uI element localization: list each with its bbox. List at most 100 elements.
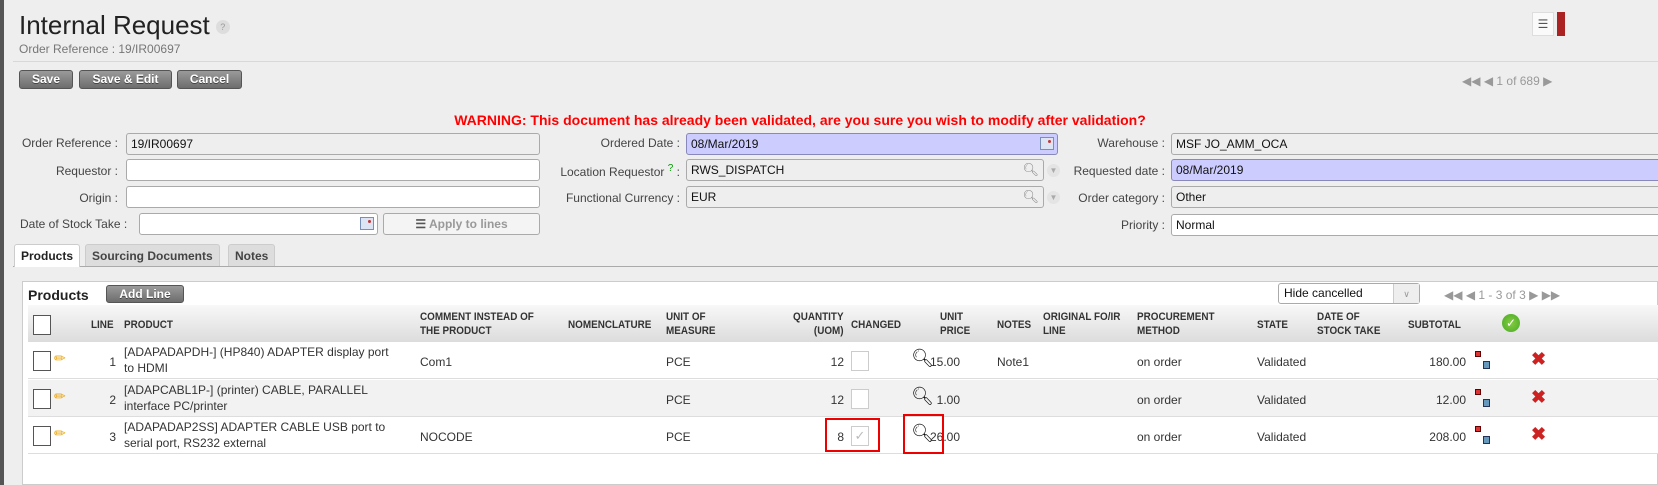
quantity: 12: [830, 355, 844, 369]
line-number: 1: [109, 355, 116, 369]
col-line[interactable]: LINE: [91, 318, 114, 332]
changed-checkbox[interactable]: [851, 351, 869, 371]
list-view-icon[interactable]: ☰: [1532, 12, 1554, 36]
prev-icon[interactable]: ◀: [1484, 74, 1493, 88]
row-checkbox[interactable]: [33, 351, 51, 371]
help-icon[interactable]: ?: [668, 163, 674, 174]
col-unit-price[interactable]: UNIT PRICE: [940, 310, 971, 338]
pencil-icon[interactable]: ✏: [54, 350, 66, 367]
next-icon[interactable]: ▶: [1529, 288, 1538, 302]
tab-notes[interactable]: Notes: [228, 244, 276, 266]
h1: ORIGINAL FO/IR: [1043, 311, 1121, 323]
next-icon[interactable]: ▶: [1543, 74, 1552, 88]
loc-req-text: Location Requestor: [560, 165, 665, 179]
validation-warning: WARNING: This document has already been …: [454, 112, 1146, 128]
tab-sourcing-documents[interactable]: Sourcing Documents: [85, 244, 220, 266]
changed-checkbox[interactable]: [851, 389, 869, 409]
procurement-method: on order: [1137, 430, 1182, 444]
product-name: [ADAPADAPDH-] (HP840) ADAPTER display po…: [124, 344, 389, 376]
col-product[interactable]: PRODUCT: [124, 318, 173, 332]
product-name: [ADAPCABL1P-] (printer) CABLE, PARALLEL i…: [124, 382, 368, 414]
pencil-icon[interactable]: ✏: [54, 388, 66, 405]
col-quantity[interactable]: QUANTITY (UOM): [786, 310, 844, 338]
product-line2: to HDMI: [124, 361, 169, 375]
first-icon[interactable]: ◀◀: [1444, 288, 1462, 302]
stock-take-date-field[interactable]: [139, 213, 378, 235]
ordered-date-field[interactable]: 08/Mar/2019: [686, 133, 1058, 155]
product-line2: interface PC/printer: [124, 399, 228, 413]
line-number: 2: [109, 393, 116, 407]
location-requestor-field[interactable]: RWS_DISPATCH 🔍︎: [686, 159, 1044, 181]
title-text: Internal Request: [19, 10, 210, 40]
apply-to-lines-button[interactable]: ☰ Apply to lines: [383, 213, 540, 235]
col-date-stock-take[interactable]: DATE OF STOCK TAKE: [1317, 310, 1380, 338]
calendar-icon[interactable]: [360, 217, 374, 230]
split-line-icon[interactable]: [1475, 351, 1491, 371]
select-all-checkbox[interactable]: [33, 315, 51, 335]
split-line-icon[interactable]: [1475, 426, 1491, 446]
delete-icon[interactable]: ✖: [1531, 387, 1546, 408]
ordered-date-label: Ordered Date :: [600, 136, 680, 150]
requestor-label: Requestor :: [55, 164, 118, 178]
product-line1: [ADAPADAP2SS] ADAPTER CABLE USB port to: [124, 420, 386, 434]
quantity: 12: [830, 393, 844, 407]
currency-field[interactable]: EUR 🔍︎: [686, 186, 1044, 208]
h2: THE PRODUCT: [420, 325, 492, 337]
split-line-icon[interactable]: [1475, 389, 1491, 409]
pencil-icon[interactable]: ✏: [54, 425, 66, 442]
form-view-icon[interactable]: [1557, 12, 1565, 36]
h2: PRICE: [940, 325, 971, 337]
col-comment[interactable]: COMMENT INSTEAD OF THE PRODUCT: [420, 310, 534, 338]
search-icon[interactable]: 🔍︎: [1022, 162, 1039, 178]
requested-date-value: 08/Mar/2019: [1176, 163, 1244, 177]
save-edit-button[interactable]: Save & Edit: [79, 70, 172, 89]
col-notes[interactable]: NOTES: [997, 318, 1031, 332]
order-ref-field[interactable]: 19/IR00697: [126, 133, 540, 155]
col-uom[interactable]: UNIT OF MEASURE: [666, 310, 716, 338]
warehouse-select[interactable]: MSF JO_AMM_OCA: [1171, 133, 1658, 155]
col-changed[interactable]: CHANGED: [851, 318, 901, 332]
filter-select[interactable]: Hide cancelled ∨: [1278, 283, 1420, 304]
col-nomenclature[interactable]: NOMENCLATURE: [568, 318, 651, 332]
unit-price: 1.00: [936, 393, 960, 407]
prev-icon[interactable]: ◀: [1466, 288, 1475, 302]
col-state[interactable]: STATE: [1257, 318, 1288, 332]
h1: DATE OF: [1317, 311, 1360, 323]
col-procurement[interactable]: PROCUREMENT METHOD: [1137, 310, 1215, 338]
save-button[interactable]: Save: [19, 70, 73, 89]
search-icon[interactable]: 🔍︎: [1022, 189, 1039, 205]
origin-field[interactable]: [126, 186, 540, 208]
h1: UNIT OF: [666, 311, 706, 323]
h1: COMMENT INSTEAD OF: [420, 311, 534, 323]
currency-value: EUR: [691, 190, 717, 204]
h1: PROCUREMENT: [1137, 311, 1215, 323]
delete-icon[interactable]: ✖: [1531, 424, 1546, 445]
requestor-field[interactable]: [126, 159, 540, 181]
page-title: Internal Request?: [19, 10, 230, 41]
add-line-button[interactable]: Add Line: [106, 285, 184, 303]
window-edge: [0, 0, 4, 485]
col-original-line[interactable]: ORIGINAL FO/IR LINE: [1043, 310, 1120, 338]
row-checkbox[interactable]: [33, 389, 51, 409]
col-subtotal[interactable]: SUBTOTAL: [1408, 318, 1461, 332]
line-number: 3: [109, 430, 116, 444]
requested-date-field[interactable]: 08/Mar/2019: [1171, 159, 1658, 181]
pager-text: 1 of 689: [1496, 74, 1540, 88]
first-icon[interactable]: ◀◀: [1462, 74, 1480, 88]
row-checkbox[interactable]: [33, 426, 51, 446]
lines-pager-text: 1 - 3 of 3: [1478, 288, 1526, 302]
uom: PCE: [666, 355, 691, 369]
help-icon[interactable]: ?: [215, 20, 230, 35]
h2: MEASURE: [666, 325, 716, 337]
order-category-select[interactable]: Other: [1171, 186, 1658, 208]
priority-select[interactable]: Normal: [1171, 214, 1658, 236]
tab-products[interactable]: Products: [14, 244, 81, 267]
cancel-button[interactable]: Cancel: [177, 70, 242, 89]
category-value: Other: [1176, 190, 1207, 204]
requested-date-label: Requested date :: [1073, 164, 1165, 178]
confirm-icon[interactable]: ✓: [1502, 314, 1520, 332]
last-icon[interactable]: ▶▶: [1542, 288, 1560, 302]
product-line1: [ADAPCABL1P-] (printer) CABLE, PARALLEL: [124, 383, 368, 397]
delete-icon[interactable]: ✖: [1531, 349, 1546, 370]
h2: STOCK TAKE: [1317, 325, 1381, 337]
